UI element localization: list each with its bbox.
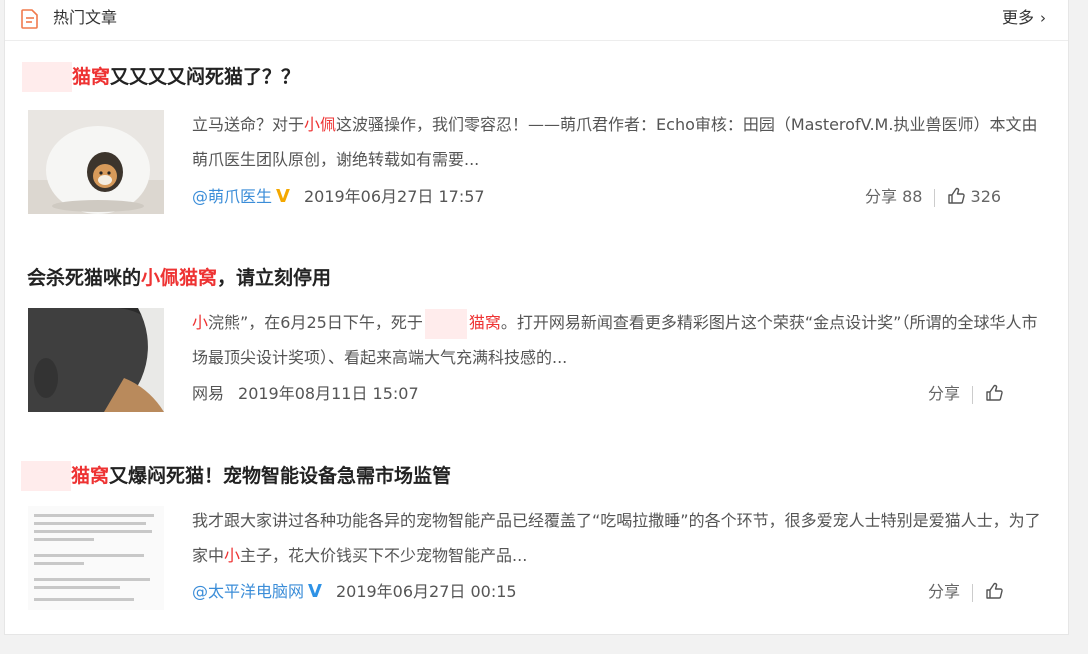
publish-date: 2019年06月27日 00:15 [335, 582, 517, 601]
share-button[interactable]: 分享 [928, 384, 960, 403]
summary-highlight: 小 [192, 313, 209, 332]
summary-highlight: 小佩 [304, 115, 337, 134]
chevron-right-icon: › [1040, 9, 1046, 27]
article-summary[interactable]: 立马送命？对于小佩这波骚操作，我们零容忍！——萌爪君作者：Echo审核：田园（M… [192, 107, 1052, 177]
article-thumbnail[interactable] [28, 506, 164, 610]
text-document-image [28, 506, 164, 610]
like-button[interactable]: 326 [947, 187, 1001, 206]
source-label[interactable]: 网易 [192, 384, 224, 403]
article-title[interactable]: 会杀死猫咪的小佩猫窝，请立刻停用 [27, 263, 331, 293]
summary-highlight: 小 [224, 546, 241, 565]
card-header: 热门文章 更多 › [5, 0, 1068, 41]
divider [972, 583, 974, 602]
like-button[interactable] [985, 384, 1003, 403]
article-actions: 分享 [928, 579, 1003, 605]
article-title[interactable]: 猫窝又又又又闷死猫了？？ [22, 62, 300, 92]
share-button[interactable]: 分享 [928, 582, 960, 601]
source-link[interactable]: @太平洋电脑网 [192, 582, 304, 601]
cat-pod-photo [28, 308, 164, 412]
thumbs-up-icon [948, 187, 966, 204]
thumbs-up-icon [986, 384, 1003, 401]
title-highlight: 小佩猫窝 [141, 267, 218, 289]
document-icon [21, 9, 38, 29]
card-title: 热门文章 [53, 8, 118, 27]
verified-v-icon: V [308, 581, 322, 602]
article-meta: @萌爪医生 V 2019年06月27日 17:57 [192, 184, 485, 210]
redacted-block [22, 62, 72, 92]
article-meta: @太平洋电脑网 V 2019年06月27日 00:15 [192, 579, 517, 605]
more-link[interactable]: 更多 › [1002, 7, 1046, 29]
article-thumbnail[interactable] [28, 308, 164, 412]
cat-pod-image [28, 110, 164, 214]
hot-articles-card: 热门文章 更多 › 猫窝又又又又闷死猫了？？ 立马送命？对于小佩这波骚操作，我们零… [4, 0, 1069, 635]
redacted-block [21, 461, 71, 491]
redacted-block [424, 308, 467, 339]
share-button[interactable]: 分享 88 [865, 187, 922, 206]
publish-date: 2019年08月11日 15:07 [238, 384, 419, 403]
title-text: 又又又又闷死猫了？？ [110, 66, 301, 88]
article-summary[interactable]: 小浣熊”，在6月25日下午，死于 猫窝。打开网易新闻查看更多精彩图片这个荣获“金点… [192, 305, 1052, 375]
article-title[interactable]: 猫窝又爆闷死猫！宠物智能设备急需市场监管 [21, 461, 451, 491]
like-count: 326 [970, 187, 1002, 206]
source-link[interactable]: @萌爪医生 [192, 187, 272, 206]
divider [934, 188, 936, 207]
publish-date: 2019年06月27日 17:57 [303, 187, 485, 206]
article-thumbnail[interactable] [28, 110, 164, 214]
summary-highlight: 猫窝 [468, 313, 501, 332]
verified-v-icon: V [276, 186, 290, 207]
article-actions: 分享 88 326 [865, 184, 1001, 210]
article-summary[interactable]: 我才跟大家讲过各种功能各异的宠物智能产品已经覆盖了“吃喝拉撒睡”的各个环节，很多… [192, 503, 1052, 573]
more-label: 更多 [1001, 8, 1034, 27]
thumbs-up-icon [986, 582, 1003, 599]
like-button[interactable] [985, 582, 1003, 601]
article-actions: 分享 [928, 381, 1003, 407]
title-highlight: 猫窝 [71, 465, 110, 487]
article-meta: 网易 2019年08月11日 15:07 [192, 381, 419, 407]
divider [972, 385, 974, 404]
title-highlight: 猫窝 [72, 66, 111, 88]
